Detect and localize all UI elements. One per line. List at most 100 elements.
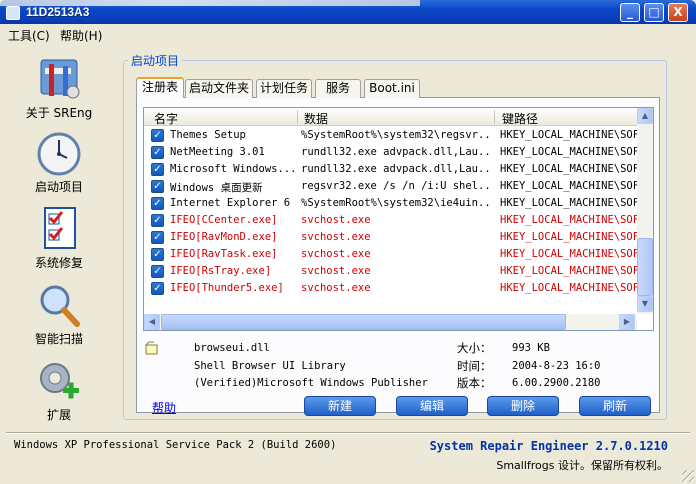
cell-data: regsvr32.exe /s /n /i:U shel... — [301, 180, 493, 192]
file-name: browseui.dll — [194, 342, 270, 354]
cell-name: Windows 桌面更新 — [170, 182, 263, 194]
cell-key: HKEY_LOCAL_MACHINE\SOF — [500, 197, 637, 209]
table-row[interactable]: ✓ Themes Setup %SystemRoot%\system32\regsv… — [144, 127, 637, 144]
gear-plus-icon — [40, 363, 79, 399]
cell-data: svchost.exe — [301, 248, 371, 260]
column-separator[interactable] — [494, 110, 495, 124]
delete-button[interactable]: 删除 — [487, 396, 559, 416]
vertical-scroll-thumb[interactable] — [637, 238, 653, 296]
registry-list[interactable]: 名字 数据 键路径 ✓ Themes Setup %SystemRoot%\syst… — [143, 107, 654, 331]
checkbox[interactable]: ✓ — [151, 129, 164, 142]
cell-data: %SystemRoot%\system32\regsvr... — [301, 129, 493, 141]
checklist-icon — [44, 207, 76, 249]
checkbox[interactable]: ✓ — [151, 231, 164, 244]
refresh-button[interactable]: 刷新 — [579, 396, 651, 416]
cell-data: %SystemRoot%\system32\ie4uin... — [301, 197, 493, 209]
horizontal-scrollbar[interactable]: ◀ ▶ — [144, 314, 637, 330]
cell-key: HKEY_LOCAL_MACHINE\SOF — [500, 129, 637, 141]
checkbox[interactable]: ✓ — [151, 180, 164, 193]
close-button[interactable]: X — [668, 3, 688, 22]
new-button[interactable]: 新建 — [304, 396, 376, 416]
sidebar-item-about[interactable]: 关于 SREng — [14, 56, 104, 121]
scroll-right-button[interactable]: ▶ — [619, 314, 635, 330]
cell-name: IFEO[RavTask.exe] — [170, 248, 278, 260]
sidebar-item-label: 关于 SREng — [25, 106, 93, 120]
scroll-left-button[interactable]: ◀ — [144, 314, 160, 330]
edit-button[interactable]: 编辑 — [396, 396, 468, 416]
scroll-up-button[interactable]: ▲ — [637, 108, 653, 124]
sidebar-item-repair[interactable]: 系统修复 — [14, 206, 104, 271]
cell-name: IFEO[RavMonD.exe] — [170, 231, 278, 243]
magnifier-icon — [40, 285, 80, 327]
version-label: 版本： — [457, 376, 492, 390]
checkbox[interactable]: ✓ — [151, 163, 164, 176]
column-name[interactable]: 名字 — [154, 110, 178, 127]
sidebar-item-startup[interactable]: 启动项目 — [14, 130, 104, 195]
scroll-down-button[interactable]: ▼ — [637, 296, 653, 312]
tab-registry[interactable]: 注册表 — [136, 77, 184, 98]
cell-data: svchost.exe — [301, 282, 371, 294]
table-row[interactable]: ✓ Microsoft Windows... rundll32.exe advpac… — [144, 161, 637, 178]
menu-help[interactable]: 帮助(H) — [60, 27, 102, 44]
title-bar[interactable]: 11D2513A3 _ □ X — [0, 0, 696, 24]
checkbox[interactable]: ✓ — [151, 265, 164, 278]
table-row[interactable]: ✓ Windows 桌面更新 regsvr32.exe /s /n /i:U she… — [144, 178, 637, 195]
sidebar-item-label: 启动项目 — [34, 180, 83, 194]
cell-data: svchost.exe — [301, 265, 371, 277]
checkbox[interactable]: ✓ — [151, 248, 164, 261]
window-title: 11D2513A3 — [26, 5, 90, 19]
table-row[interactable]: ✓ Internet Explorer 6 %SystemRoot%\system3… — [144, 195, 637, 212]
cell-key: HKEY_LOCAL_MACHINE\SOF — [500, 214, 637, 226]
cell-name: Internet Explorer 6 — [170, 197, 291, 209]
file-info-icon — [145, 341, 158, 355]
cell-key: HKEY_LOCAL_MACHINE\SOF — [500, 231, 637, 243]
group-title: 启动项目 — [128, 52, 183, 69]
tab-services[interactable]: 服务 — [315, 79, 361, 98]
product-name: System Repair Engineer 2.7.0.1210 — [429, 439, 668, 453]
sidebar-item-label: 智能扫描 — [34, 332, 83, 346]
column-separator[interactable] — [297, 110, 298, 124]
checkbox[interactable]: ✓ — [151, 282, 164, 295]
table-row[interactable]: ✓ IFEO[RsTray.exe] svchost.exe HKEY_LOCAL_M… — [144, 263, 637, 280]
app-icon — [6, 6, 20, 20]
column-key-path[interactable]: 键路径 — [502, 110, 538, 127]
status-divider — [6, 432, 690, 434]
column-data[interactable]: 数据 — [304, 110, 328, 127]
resize-grip[interactable] — [682, 470, 694, 482]
maximize-button[interactable]: □ — [644, 3, 664, 22]
cell-key: HKEY_LOCAL_MACHINE\SOF — [500, 163, 637, 175]
checkbox[interactable]: ✓ — [151, 214, 164, 227]
table-row[interactable]: ✓ NetMeeting 3.01 rundll32.exe advpack.dll… — [144, 144, 637, 161]
table-row[interactable]: ✓ IFEO[RavTask.exe] svchost.exe HKEY_LOCAL_… — [144, 246, 637, 263]
cell-key: HKEY_LOCAL_MACHINE\SOF — [500, 248, 637, 260]
cell-data: svchost.exe — [301, 231, 371, 243]
cell-name: NetMeeting 3.01 — [170, 146, 265, 158]
cell-data: svchost.exe — [301, 214, 371, 226]
table-row[interactable]: ✓ IFEO[Thunder5.exe] svchost.exe HKEY_LOCAL… — [144, 280, 637, 297]
file-time: 2004-8-23 16:0 — [512, 360, 601, 372]
cell-name: IFEO[CCenter.exe] — [170, 214, 278, 226]
file-size: 993 KB — [512, 342, 550, 354]
horizontal-scroll-thumb[interactable] — [161, 314, 566, 330]
tab-boot-ini[interactable]: Boot.ini — [364, 79, 420, 98]
cell-name: IFEO[Thunder5.exe] — [170, 282, 284, 294]
minimize-button[interactable]: _ — [620, 3, 640, 22]
size-label: 大小： — [457, 341, 492, 355]
list-header: 名字 数据 键路径 — [144, 108, 637, 126]
sidebar-item-scan[interactable]: 智能扫描 — [14, 282, 104, 347]
tab-scheduled-tasks[interactable]: 计划任务 — [256, 79, 312, 98]
file-publisher: (Verified)Microsoft Windows Publisher — [194, 377, 428, 389]
checkbox[interactable]: ✓ — [151, 197, 164, 210]
file-version: 6.00.2900.2180 — [512, 377, 601, 389]
menu-tools[interactable]: 工具(C) — [8, 27, 50, 44]
vertical-scrollbar[interactable]: ▲ ▼ — [637, 108, 653, 314]
tab-startup-folder[interactable]: 启动文件夹 — [185, 79, 253, 98]
help-link[interactable]: 帮助 — [152, 399, 176, 416]
sidebar-item-label: 系统修复 — [34, 256, 83, 270]
copyright-text: Smallfrogs 设计。保留所有权利。 — [496, 459, 668, 472]
sidebar-item-extend[interactable]: 扩展 — [14, 358, 104, 423]
checkbox[interactable]: ✓ — [151, 146, 164, 159]
table-row[interactable]: ✓ IFEO[CCenter.exe] svchost.exe HKEY_LOCAL_… — [144, 212, 637, 229]
table-row[interactable]: ✓ IFEO[RavMonD.exe] svchost.exe HKEY_LOCAL_… — [144, 229, 637, 246]
cell-data: rundll32.exe advpack.dll,Lau... — [301, 146, 493, 158]
